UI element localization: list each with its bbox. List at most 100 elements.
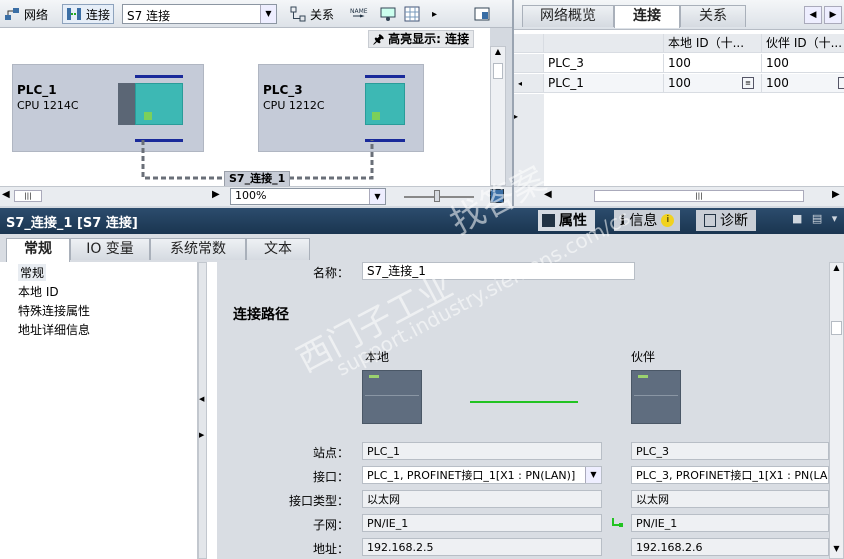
column-header-local-id[interactable]: 本地 ID（十... (664, 34, 762, 53)
right-tab-diagnostics[interactable]: 诊断 (696, 210, 756, 231)
connection-label-tag[interactable]: S7_连接_1 (224, 171, 291, 187)
canvas-vertical-scrollbar[interactable]: ▲ (490, 46, 506, 186)
chevron-down-icon[interactable]: ▼ (585, 467, 601, 483)
name-icon: NAME (350, 6, 368, 22)
tab-relations[interactable]: 关系 (680, 5, 746, 27)
content-white-strip (207, 262, 217, 559)
canvas-bottom-bar: ◀ ||| ▶ 100% ▼ (0, 186, 512, 206)
name-display-button[interactable]: NAME (350, 4, 368, 24)
chevron-down-icon[interactable]: ▼ (260, 5, 276, 23)
grid-empty-area (514, 94, 544, 186)
local-interface-value: PLC_1, PROFINET接口_1[X1 : PN(LAN)] (367, 469, 576, 482)
tab-general[interactable]: 常规 (6, 238, 70, 262)
scroll-left-arrow[interactable]: ◀ (2, 189, 10, 200)
scroll-down-arrow[interactable]: ▼ (830, 544, 843, 558)
partner-interface-type-field: 以太网 (631, 490, 829, 508)
list-icon[interactable]: ≡ (742, 77, 754, 89)
network-canvas[interactable]: 🖈 高亮显示: 连接 PLC_1 CPU 1214C PLC_3 CPU 121… (0, 28, 490, 187)
nav-splitter[interactable]: ◀ ▶ (198, 262, 207, 559)
display-settings-button[interactable] (380, 4, 396, 24)
right-tab-properties[interactable]: 属性 (538, 210, 595, 231)
horizontal-scroll-thumb[interactable]: ||| (14, 190, 42, 202)
scroll-right-arrow[interactable]: ▶ (212, 189, 220, 200)
table-cell-name[interactable]: PLC_1 (544, 74, 664, 93)
local-header: 本地 (365, 350, 390, 364)
properties-tab-strip: 常规 IO 变量 系统常数 文本 (0, 234, 844, 262)
right-tab-info[interactable]: ℹ 信息 i (614, 210, 681, 231)
tab-scroll-right[interactable]: ▶ (824, 6, 842, 24)
column-header-name[interactable] (544, 34, 664, 53)
zoom-slider-handle[interactable] (434, 190, 440, 202)
connection-name-field[interactable]: S7_连接_1 (362, 262, 635, 280)
partner-interface-select[interactable]: PLC_3, PROFINET接口_1[X1 : PN(LAN)] (631, 466, 829, 484)
tab-texts[interactable]: 文本 (246, 238, 310, 260)
info-icon: ℹ (620, 212, 626, 229)
tab-system-constants[interactable]: 系统常数 (150, 238, 246, 260)
tab-io-variables[interactable]: IO 变量 (70, 238, 150, 260)
partner-address-field: 192.168.2.6 (631, 538, 829, 556)
local-interface-type-field: 以太网 (362, 490, 602, 508)
connection-type-select[interactable]: S7 连接 ▼ (122, 4, 277, 24)
connection-path-line (470, 401, 578, 403)
overview-nav-icon[interactable] (490, 189, 504, 203)
grid-button[interactable] (404, 4, 420, 24)
column-header-blank (514, 34, 544, 53)
grid-side-arrow[interactable]: ▸ (514, 112, 518, 121)
network-label: 网络 (24, 7, 49, 22)
interface-label: 接口： (312, 470, 349, 484)
list-icon[interactable] (838, 77, 844, 89)
relations-view-button[interactable]: 关系 (290, 4, 334, 24)
address-label: 地址： (312, 542, 349, 556)
layout-button[interactable] (474, 4, 490, 24)
zoom-select[interactable]: 100% ▼ (230, 188, 386, 205)
table-cell-partner-id[interactable]: 100 (762, 74, 844, 93)
tab-network-overview[interactable]: 网络概览 (522, 5, 614, 27)
row-selector[interactable]: ◂ (514, 74, 544, 93)
column-header-partner-id[interactable]: 伙伴 ID（十... (762, 34, 844, 53)
grid-icon (404, 6, 420, 22)
nav-item-special-properties[interactable]: 特殊连接属性 (18, 302, 90, 319)
properties-nav: 常规 本地 ID 特殊连接属性 地址详细信息 (0, 262, 198, 559)
scroll-up-arrow[interactable]: ▲ (491, 47, 505, 61)
chevron-down-icon[interactable]: ▼ (369, 189, 385, 204)
scroll-right-arrow[interactable]: ▶ (832, 189, 840, 200)
subnet-link-icon (611, 517, 623, 532)
network-toolbar: 网络 连接 S7 连接 ▼ 关系 NAME ▸ (0, 0, 512, 28)
nav-item-general[interactable]: 常规 (18, 264, 47, 281)
nav-item-local-id[interactable]: 本地 ID (18, 283, 59, 300)
subnet-label: 子网： (312, 518, 349, 532)
properties-vertical-scrollbar[interactable]: ▲ ▼ (829, 262, 844, 559)
scroll-thumb[interactable] (831, 321, 842, 335)
window-controls[interactable]: ■ ▤ ▾ (792, 212, 840, 225)
zoom-value: 100% (235, 189, 267, 202)
more-arrow-button[interactable]: ▸ (432, 4, 437, 24)
partner-subnet-field: PN/IE_1 (631, 514, 829, 532)
tab-connections[interactable]: 连接 (614, 5, 680, 28)
connection-line[interactable] (0, 28, 490, 186)
horizontal-scroll-thumb[interactable]: ||| (594, 190, 804, 202)
table-cell-name[interactable]: PLC_3 (544, 54, 664, 73)
local-address-field: 192.168.2.5 (362, 538, 602, 556)
scroll-left-arrow[interactable]: ◀ (544, 189, 552, 200)
relations-label: 关系 (310, 7, 335, 22)
properties-icon (542, 214, 555, 227)
properties-title: S7_连接_1 [S7 连接] (6, 216, 138, 231)
local-subnet-field: PN/IE_1 (362, 514, 602, 532)
tab-scroll-left[interactable]: ◀ (804, 6, 822, 24)
nav-item-address-details[interactable]: 地址详细信息 (18, 321, 90, 338)
local-interface-select[interactable]: PLC_1, PROFINET接口_1[X1 : PN(LAN)] ▼ (362, 466, 602, 484)
partner-station-field: PLC_3 (631, 442, 829, 460)
scroll-thumb[interactable] (493, 63, 503, 79)
table-cell-partner-id[interactable]: 100 (762, 54, 844, 73)
connection-view-button[interactable]: 连接 (62, 4, 115, 24)
overview-bottom-scrollbar[interactable]: ◀ ||| ▶ (514, 186, 844, 206)
scroll-up-arrow[interactable]: ▲ (830, 263, 843, 277)
network-view-button[interactable]: 网络 (4, 4, 48, 24)
connection-name: S7_连接_1 (229, 172, 286, 185)
connection-type-value: S7 连接 (127, 9, 171, 23)
diagnostics-icon (704, 214, 716, 227)
row-selector[interactable] (514, 54, 544, 73)
local-station-field: PLC_1 (362, 442, 602, 460)
table-cell-local-id[interactable]: 100 (664, 54, 762, 73)
interface-type-label: 接口类型： (288, 494, 349, 508)
